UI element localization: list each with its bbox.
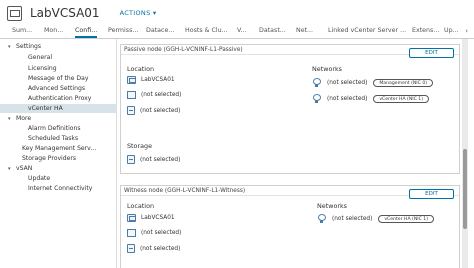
passive-node-title: Passive node (GGH-L-VCNINF-L1-Passive) (124, 47, 243, 53)
sidebar-group-settings[interactable]: ▾ Settings (8, 42, 41, 51)
actions-menu-button[interactable]: ACTIONS ▾ (120, 9, 157, 17)
tab-datacenters[interactable]: Datace... (146, 27, 174, 34)
nic-badge: vCenter HA (NIC 1) (373, 94, 430, 103)
witness-node-card: Witness node (GGH-L-VCNINF-L1-Witness) E… (120, 185, 460, 268)
witness-edit-button[interactable]: EDIT (409, 189, 454, 199)
location-host-row: (not selected) (127, 91, 181, 99)
storage-label: Storage (127, 142, 153, 150)
sidebar-item-update[interactable]: Update (28, 174, 50, 183)
storage-row: (not selected) (127, 155, 180, 164)
scrollbar-thumb[interactable] (463, 149, 467, 229)
tab-configure[interactable]: Confi... (75, 27, 98, 38)
network-row-ha: (not selected) vCenter HA (NIC 1) (312, 94, 430, 103)
networks-label: Networks (312, 65, 343, 73)
location-host-row: (not selected) (127, 229, 181, 237)
sidebar-item-advanced-settings[interactable]: Advanced Settings (28, 84, 85, 93)
datastore-icon (127, 155, 135, 164)
settings-sidebar: ▾ Settings General Licensing Message of t… (0, 39, 117, 268)
nic-badge: vCenter HA (NIC 1) (378, 214, 435, 223)
tab-datastores[interactable]: Datast... (259, 27, 286, 34)
sidebar-group-vsan[interactable]: ▾ vSAN (8, 164, 32, 173)
tab-updates[interactable]: Up... (444, 27, 459, 34)
sidebar-item-alarm-definitions[interactable]: Alarm Definitions (28, 124, 81, 133)
sidebar-item-message-of-the-day[interactable]: Message of the Day (28, 74, 88, 83)
tab-permissions[interactable]: Permiss... (108, 27, 138, 34)
networks-label: Networks (317, 202, 348, 210)
sidebar-group-more[interactable]: ▾ More (8, 114, 31, 123)
network-icon (312, 94, 321, 103)
datastore-icon (127, 244, 135, 253)
tab-summary[interactable]: Sum... (12, 27, 32, 34)
page-title: LabVCSA01 (30, 6, 100, 20)
location-label: Location (127, 65, 155, 73)
chevron-down-icon: ▾ (8, 44, 11, 50)
tab-extensions[interactable]: Extens... (412, 27, 439, 34)
vcenter-icon (7, 5, 22, 21)
vcenter-ha-content: Passive node (GGH-L-VCNINF-L1-Passive) E… (117, 39, 465, 268)
nic-badge: Management (NIC 0) (373, 78, 434, 87)
location-label: Location (127, 202, 155, 210)
chevron-down-icon: ▾ (8, 116, 11, 122)
sidebar-item-internet-connectivity[interactable]: Internet Connectivity (28, 184, 92, 193)
tabs-more-icon[interactable]: › (465, 27, 468, 35)
tab-networks[interactable]: Net... (296, 27, 313, 34)
network-row-management: (not selected) Management (NIC 0) (312, 78, 434, 87)
location-vm-row: LabVCSA01 (127, 214, 175, 222)
sidebar-item-authentication-proxy[interactable]: Authentication Proxy (28, 94, 91, 103)
vm-icon (127, 214, 136, 222)
location-folder-row: (not selected) (127, 106, 180, 115)
tab-hosts-clusters[interactable]: Hosts & Clu... (185, 27, 228, 34)
passive-node-card: Passive node (GGH-L-VCNINF-L1-Passive) E… (120, 44, 460, 174)
network-row-ha: (not selected) vCenter HA (NIC 1) (317, 214, 435, 223)
passive-edit-button[interactable]: EDIT (409, 48, 454, 58)
chevron-down-icon: ▾ (8, 166, 11, 172)
host-icon (127, 229, 136, 237)
sidebar-item-general[interactable]: General (28, 53, 52, 62)
location-vm-row: LabVCSA01 (127, 76, 175, 84)
tab-bar: Sum... Mon... Confi... Permiss... Datace… (0, 26, 474, 39)
sidebar-item-storage-providers[interactable]: Storage Providers (22, 154, 76, 163)
location-folder-row: (not selected) (127, 244, 180, 253)
sidebar-item-licensing[interactable]: Licensing (28, 64, 57, 73)
vm-icon (127, 76, 136, 84)
tab-linked-vcenter[interactable]: Linked vCenter Server ... (328, 27, 406, 34)
datastore-icon (127, 106, 135, 115)
title-bar: LabVCSA01 ACTIONS ▾ (0, 0, 474, 26)
witness-node-title: Witness node (GGH-L-VCNINF-L1-Witness) (124, 188, 246, 194)
sidebar-item-scheduled-tasks[interactable]: Scheduled Tasks (28, 134, 78, 143)
sidebar-item-key-management[interactable]: Key Management Serv... (22, 144, 96, 153)
tab-vms[interactable]: V... (237, 27, 247, 34)
sidebar-item-vcenter-ha[interactable]: vCenter HA (0, 104, 117, 113)
network-icon (312, 78, 321, 87)
tab-monitor[interactable]: Mon... (44, 27, 63, 34)
network-icon (317, 214, 326, 223)
host-icon (127, 91, 136, 99)
content-scrollbar[interactable] (462, 39, 468, 268)
